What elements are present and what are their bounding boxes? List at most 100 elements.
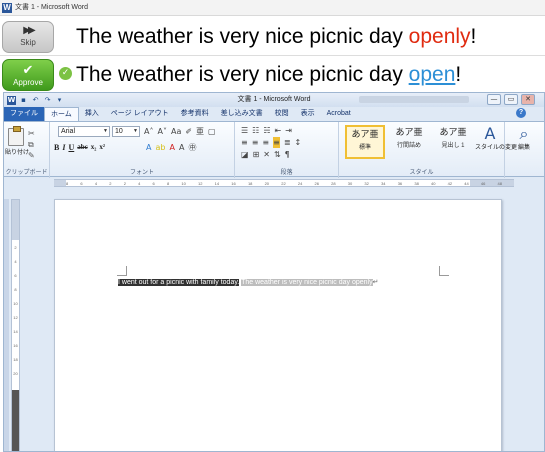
ruler-number: 22	[281, 181, 286, 186]
change-styles-icon[interactable]: A	[479, 125, 501, 143]
vruler-numbers: 2 4 6 8 10 12 14 16 18 20	[12, 244, 19, 384]
tab-insert[interactable]: 挿入	[79, 107, 105, 121]
document-text-line[interactable]: I went out for a picnic with family toda…	[118, 278, 378, 288]
shading-icon[interactable]: ◪	[241, 149, 249, 160]
original-sentence-prefix: The weather is very nice picnic day	[76, 24, 409, 48]
customize-toolbar-icon[interactable]: ▾	[55, 96, 64, 105]
tab-home[interactable]: ホーム	[44, 107, 79, 121]
corrected-sentence: The weather is very nice picnic day open…	[76, 56, 461, 94]
word-window: W ▪ ↶ ↷ ▾ 文書 1 - Microsoft Word — ▭ ✕ ファ…	[3, 92, 545, 452]
outer-window-title: 文書 1 - Microsoft Word	[15, 3, 88, 11]
ruler-numbers: 8 6 4 2 2 4 6 8 10 12 14 16 18 20 22 24 26 28 30 32 34 36 38 40…	[54, 180, 514, 187]
align-right-icon[interactable]: ≡	[262, 137, 269, 148]
horizontal-ruler[interactable]: 8 6 4 2 2 4 6 8 10 12 14 16 18 20 22 24 26 28 30 32 34 36 38 40…	[54, 179, 514, 187]
corrected-sentence-suffix: !	[455, 63, 462, 86]
phonetic-guide-icon[interactable]: 亜	[196, 126, 204, 137]
original-sentence: The weather is very nice picnic day open…	[76, 18, 476, 56]
increase-indent-icon[interactable]: ⇥	[285, 125, 292, 136]
style-no-spacing[interactable]: あア亜 行間詰め	[389, 125, 429, 159]
cut-icon[interactable]: ✂	[28, 129, 35, 138]
outer-title-bar: W 文書 1 - Microsoft Word	[0, 0, 545, 16]
change-styles-label[interactable]: スタイルの変更	[475, 144, 517, 152]
ruler-number: 30	[347, 181, 353, 186]
suggested-word[interactable]: open	[409, 63, 456, 86]
font-name-select[interactable]: Arial ▼	[58, 126, 110, 137]
text-effects-icon[interactable]: A	[146, 142, 151, 153]
tab-mailings[interactable]: 差し込み文書	[215, 107, 269, 121]
maximize-button[interactable]: ▭	[504, 94, 518, 105]
distributed-icon[interactable]: ≣	[284, 137, 291, 148]
change-case-icon[interactable]: Aa	[171, 126, 181, 137]
align-left-icon[interactable]: ≡	[241, 137, 248, 148]
asian-layout-icon[interactable]: ✕	[263, 149, 270, 160]
styles-group: あア亜 標準 あア亜 行間詰め あア亜 見出し 1 A スタイルの変更 スタイル	[339, 122, 517, 178]
undo-icon[interactable]: ↶	[31, 96, 40, 105]
font-size-select[interactable]: 10 ▼	[112, 126, 140, 137]
line-spacing-icon[interactable]: ↕	[295, 137, 302, 148]
style-normal-name: 標準	[358, 145, 371, 151]
font-color-icon[interactable]: A	[169, 142, 174, 153]
font-group: Arial ▼ 10 ▼ A˄ A˅ Aa ✐ 亜 ▢ B I U abc x₂ x…	[50, 122, 235, 178]
help-icon[interactable]: ?	[516, 108, 526, 118]
tab-references[interactable]: 参考資料	[175, 107, 215, 121]
char-shading-icon[interactable]: A	[179, 142, 184, 153]
ruler-number: 28	[331, 181, 336, 186]
italic-button[interactable]: I	[62, 142, 65, 153]
flagged-word: openly	[408, 24, 471, 48]
paste-button-label[interactable]: 貼り付け	[5, 149, 29, 157]
highlight-icon[interactable]: ab	[155, 142, 165, 153]
numbering-icon[interactable]: ☷	[252, 125, 259, 136]
font-size-tools: A˄ A˅ Aa ✐ 亜 ▢	[144, 126, 216, 137]
minimize-button[interactable]: —	[487, 94, 501, 105]
tab-view[interactable]: 表示	[295, 107, 321, 121]
superscript-button[interactable]: x²	[99, 142, 105, 153]
approve-button[interactable]: ✔ Approve	[2, 59, 54, 91]
vertical-ruler[interactable]: 2 4 6 8 10 12 14 16 18 20	[11, 199, 20, 451]
save-icon[interactable]: ▪	[19, 96, 28, 105]
sort-icon[interactable]: ⇅	[274, 149, 281, 160]
format-painter-icon[interactable]: ✎	[28, 151, 35, 160]
shrink-font-icon[interactable]: A˅	[157, 126, 166, 137]
grow-font-icon[interactable]: A˄	[144, 126, 153, 137]
paste-icon[interactable]	[8, 126, 24, 146]
style-heading-1[interactable]: あア亜 見出し 1	[433, 125, 473, 159]
style-normal[interactable]: あア亜 標準	[345, 125, 385, 159]
close-button[interactable]: ✕	[521, 94, 535, 105]
font-name-value: Arial	[61, 128, 76, 135]
selected-text-second-sentence[interactable]: The weather is very nice picnic day open…	[241, 279, 373, 286]
bold-button[interactable]: B	[54, 142, 59, 153]
enclose-chars-icon[interactable]: ㊥	[188, 142, 196, 153]
tab-page-layout[interactable]: ページ レイアウト	[105, 107, 175, 121]
borders-icon[interactable]: ⊞	[253, 149, 260, 160]
show-marks-icon[interactable]: ¶	[285, 149, 290, 160]
clipboard-group: 貼り付け ✂ ⧉ ✎ クリップボード	[4, 122, 50, 178]
find-binoculars-icon[interactable]: ⌕	[513, 125, 535, 143]
vruler-number: 4	[14, 259, 17, 264]
tab-file[interactable]: ファイル	[4, 107, 44, 121]
multilevel-list-icon[interactable]: ☵	[263, 125, 270, 136]
crop-mark-top-left	[117, 266, 127, 276]
skip-button-label: Skip	[20, 38, 36, 47]
vruler-scroll-marker	[12, 390, 19, 451]
ruler-number: 6	[152, 181, 155, 186]
align-center-icon[interactable]: ≡	[252, 137, 259, 148]
document-page[interactable]: I went out for a picnic with family toda…	[54, 199, 502, 451]
editing-label[interactable]: 編集	[509, 144, 539, 152]
subscript-button[interactable]: x₂	[91, 142, 97, 153]
decrease-indent-icon[interactable]: ⇤	[275, 125, 282, 136]
tab-acrobat[interactable]: Acrobat	[321, 107, 357, 121]
char-border-icon[interactable]: ▢	[208, 126, 216, 137]
justify-icon[interactable]: ≡	[273, 137, 280, 148]
redo-icon[interactable]: ↷	[43, 96, 52, 105]
selected-text-first-sentence[interactable]: I went out for a picnic with family toda…	[118, 279, 240, 286]
copy-icon[interactable]: ⧉	[28, 140, 34, 149]
ruler-number: 46	[480, 181, 486, 186]
strikethrough-button[interactable]: abc	[77, 142, 88, 153]
clear-format-icon[interactable]: ✐	[185, 126, 192, 137]
tab-review[interactable]: 校閲	[269, 107, 295, 121]
underline-button[interactable]: U	[68, 142, 74, 153]
bullets-icon[interactable]: ☰	[241, 125, 248, 136]
skip-button[interactable]: ▶▶ Skip	[2, 20, 54, 53]
original-sentence-suffix: !	[470, 24, 477, 48]
style-heading-1-sample: あア亜	[439, 128, 467, 138]
